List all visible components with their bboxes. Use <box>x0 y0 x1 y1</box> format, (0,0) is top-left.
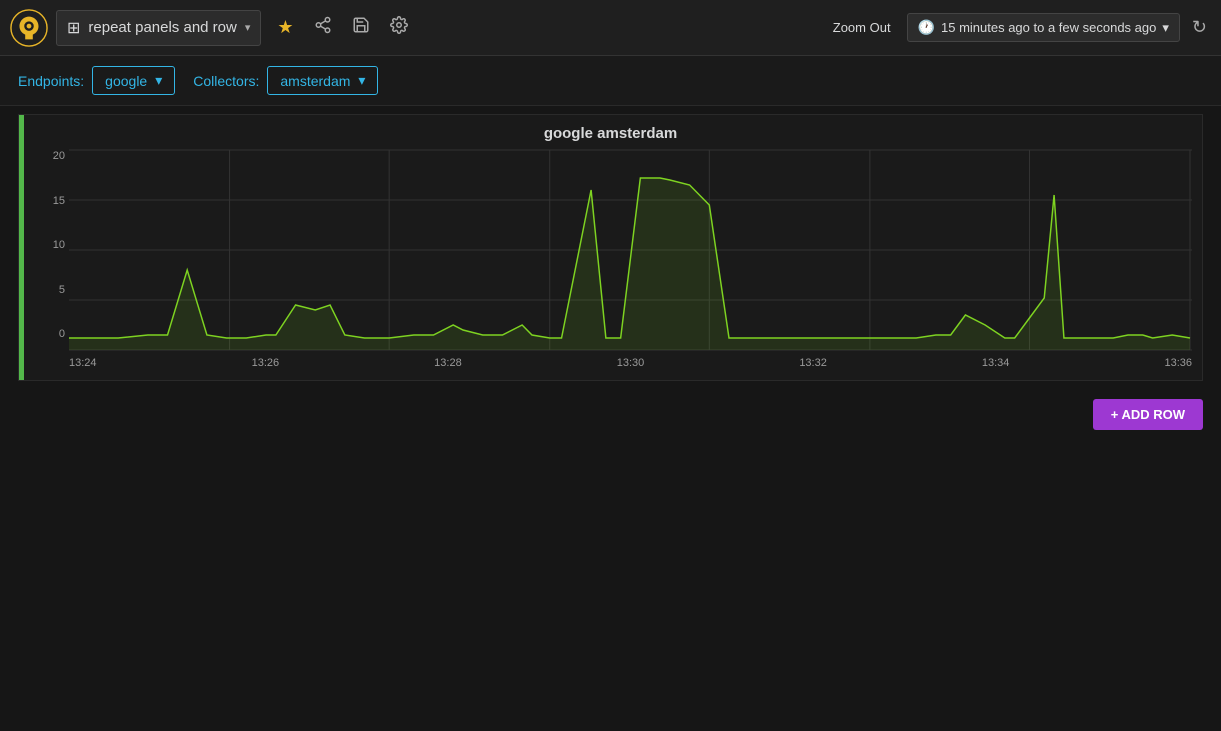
x-label-1334: 13:34 <box>982 357 1010 369</box>
endpoints-filter: Endpoints: google ▾ <box>18 66 175 95</box>
y-label-20: 20 <box>53 150 69 162</box>
endpoints-label: Endpoints: <box>18 73 84 89</box>
grafana-logo <box>10 9 48 47</box>
refresh-icon: ↻ <box>1192 17 1207 37</box>
time-range-picker[interactable]: 🕐 15 minutes ago to a few seconds ago ▾ <box>907 13 1180 42</box>
chart-svg <box>69 150 1192 350</box>
grid-icon: ⊞ <box>67 18 80 38</box>
header-icons: ★ <box>273 12 411 43</box>
y-label-10: 10 <box>53 239 69 251</box>
chart-canvas: 13:24 13:26 13:28 13:30 13:32 13:34 13:3… <box>69 150 1192 380</box>
chart-wrapper: 0 5 10 15 20 <box>19 142 1202 380</box>
add-row-area: + ADD ROW <box>0 389 1221 440</box>
y-label-0: 0 <box>59 328 69 340</box>
star-button[interactable]: ★ <box>273 13 297 42</box>
x-label-1332: 13:32 <box>799 357 827 369</box>
filter-bar: Endpoints: google ▾ Collectors: amsterda… <box>0 56 1221 106</box>
clock-icon: 🕐 <box>918 19 935 36</box>
x-label-1324: 13:24 <box>69 357 97 369</box>
dashboard-title-button[interactable]: ⊞ repeat panels and row ▾ <box>56 10 261 46</box>
share-icon <box>314 16 332 39</box>
x-label-1336: 13:36 <box>1164 357 1192 369</box>
chart-panel: google amsterdam 0 5 10 15 20 <box>18 114 1203 381</box>
collectors-chevron: ▾ <box>358 72 365 89</box>
collectors-value: amsterdam <box>280 73 350 89</box>
chevron-down-icon: ▾ <box>245 21 251 34</box>
collectors-dropdown[interactable]: amsterdam ▾ <box>267 66 378 95</box>
endpoints-chevron: ▾ <box>155 72 162 89</box>
time-range-label: 15 minutes ago to a few seconds ago <box>941 20 1156 35</box>
star-icon: ★ <box>277 17 293 38</box>
y-axis: 0 5 10 15 20 <box>29 150 69 340</box>
chart-title: google amsterdam <box>19 115 1202 142</box>
x-label-1330: 13:30 <box>617 357 645 369</box>
collectors-label: Collectors: <box>193 73 259 89</box>
zoom-out-button[interactable]: Zoom Out <box>825 16 899 39</box>
endpoints-value: google <box>105 73 147 89</box>
add-row-button[interactable]: + ADD ROW <box>1093 399 1203 430</box>
save-button[interactable] <box>348 12 374 43</box>
collectors-filter: Collectors: amsterdam ▾ <box>193 66 378 95</box>
share-button[interactable] <box>310 12 336 43</box>
x-axis-labels: 13:24 13:26 13:28 13:30 13:32 13:34 13:3… <box>69 353 1192 375</box>
refresh-button[interactable]: ↻ <box>1188 13 1211 42</box>
x-label-1326: 13:26 <box>252 357 280 369</box>
y-label-15: 15 <box>53 195 69 207</box>
y-label-5: 5 <box>59 284 69 296</box>
settings-icon <box>390 16 408 39</box>
save-icon <box>352 16 370 39</box>
settings-button[interactable] <box>386 12 412 43</box>
header: ⊞ repeat panels and row ▾ ★ <box>0 0 1221 56</box>
time-range-chevron: ▾ <box>1162 20 1169 36</box>
dashboard-title-text: repeat panels and row <box>88 19 236 36</box>
x-label-1328: 13:28 <box>434 357 462 369</box>
endpoints-dropdown[interactable]: google ▾ <box>92 66 175 95</box>
